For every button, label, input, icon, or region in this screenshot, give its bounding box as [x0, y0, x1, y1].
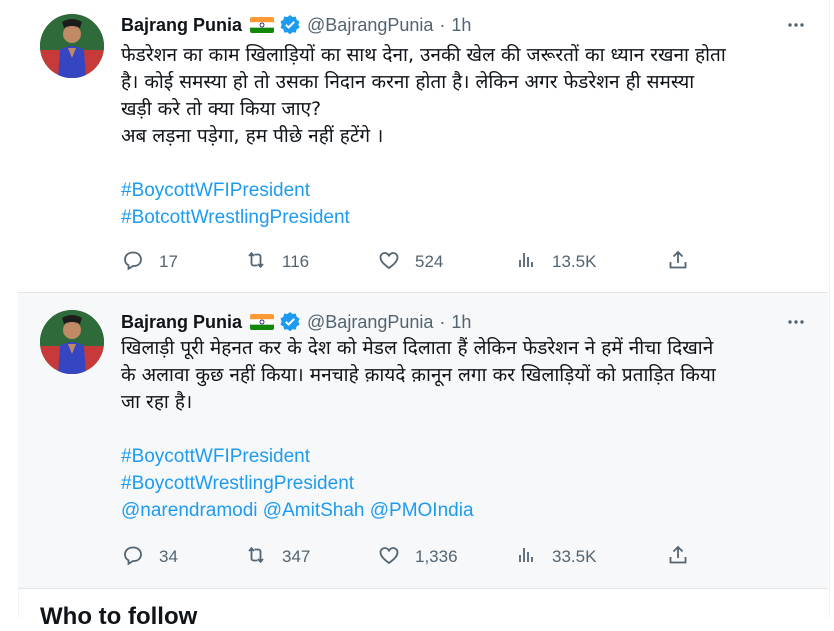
india-flag-icon [250, 17, 275, 33]
who-to-follow-heading: Who to follow [40, 603, 198, 630]
separator-dot: · [439, 311, 446, 332]
author-handle[interactable]: @BajrangPunia [307, 15, 433, 36]
author-name[interactable]: Bajrang Punia [121, 15, 242, 36]
more-icon[interactable] [784, 310, 808, 334]
tweet-text: फेडरेशन का काम खिलाड़ियों का साथ देना, उ… [121, 42, 804, 231]
timestamp[interactable]: 1h [451, 312, 471, 333]
retweet-icon [244, 248, 268, 277]
tweet[interactable]: Bajrang Punia @BajrangPunia · 1h फेडरेशन… [18, 0, 828, 293]
reply-button[interactable]: 17 [121, 249, 178, 275]
tweet-text: खिलाड़ी पूरी मेहनत कर के देश को मेडल दिल… [121, 335, 804, 524]
reply-icon [121, 543, 145, 572]
share-icon [666, 248, 690, 277]
reply-count: 34 [159, 547, 178, 566]
tweet-text-line: अब लड़ना पड़ेगा, हम पीछे नहीं हटेंगे । [121, 125, 384, 147]
hashtag-link[interactable]: #BoycottWrestlingPresident [121, 470, 804, 497]
views-button[interactable]: 33.5K [514, 544, 596, 570]
views-count: 33.5K [552, 547, 597, 566]
tweet-actions: 17 116 524 13.5K [121, 249, 698, 275]
hashtag-link[interactable]: #BotcottWrestlingPresident [121, 204, 804, 231]
retweet-count: 347 [282, 547, 311, 566]
verified-icon [279, 14, 301, 36]
tweet-header: Bajrang Punia @BajrangPunia · 1h [121, 310, 808, 334]
like-count: 1,336 [415, 547, 458, 566]
separator-dot: · [439, 14, 446, 35]
like-icon [377, 248, 401, 277]
tweet-text-line: फेडरेशन का काम खिलाड़ियों का साथ देना, उ… [121, 44, 726, 66]
more-icon[interactable] [784, 13, 808, 37]
hashtag-link[interactable]: #BoycottWFIPresident [121, 443, 804, 470]
india-flag-icon [250, 314, 275, 330]
like-button[interactable]: 524 [377, 249, 443, 275]
share-icon [666, 543, 690, 572]
like-button[interactable]: 1,336 [377, 544, 458, 570]
tweet-header: Bajrang Punia @BajrangPunia · 1h [121, 13, 808, 37]
views-button[interactable]: 13.5K [514, 249, 596, 275]
tweet-text-line: जा रहा है। [121, 391, 193, 413]
reply-icon [121, 248, 145, 277]
views-count: 13.5K [552, 252, 597, 271]
verified-icon [279, 311, 301, 333]
tweet-text-line: के अलावा कुछ नहीं किया। मनचाहे क़ायदे क़… [121, 364, 716, 386]
reply-count: 17 [159, 252, 178, 271]
mention-links[interactable]: @narendramodi @AmitShah @PMOIndia [121, 497, 804, 524]
retweet-count: 116 [282, 252, 310, 271]
hashtag-link[interactable]: #BoycottWFIPresident [121, 177, 804, 204]
avatar[interactable] [40, 14, 104, 78]
views-icon [514, 248, 538, 277]
author-name[interactable]: Bajrang Punia [121, 312, 242, 333]
like-icon [377, 543, 401, 572]
avatar[interactable] [40, 310, 104, 374]
tweet-text-line: है। कोई समस्या हो तो उसका निदान करना होत… [121, 71, 695, 93]
tweet[interactable]: Bajrang Punia @BajrangPunia · 1h खिलाड़ी… [18, 293, 828, 589]
share-button[interactable] [666, 249, 690, 275]
retweet-button[interactable]: 116 [244, 249, 309, 275]
retweet-button[interactable]: 347 [244, 544, 310, 570]
tweet-text-line: खड़ी करे तो क्या किया जाए? [121, 98, 322, 120]
share-button[interactable] [666, 544, 690, 570]
author-handle[interactable]: @BajrangPunia [307, 312, 433, 333]
retweet-icon [244, 543, 268, 572]
tweet-text-line: खिलाड़ी पूरी मेहनत कर के देश को मेडल दिल… [121, 337, 714, 359]
like-count: 524 [415, 252, 444, 271]
reply-button[interactable]: 34 [121, 544, 178, 570]
tweet-actions: 34 347 1,336 33.5K [121, 544, 698, 570]
views-icon [514, 543, 538, 572]
timestamp[interactable]: 1h [451, 15, 471, 36]
